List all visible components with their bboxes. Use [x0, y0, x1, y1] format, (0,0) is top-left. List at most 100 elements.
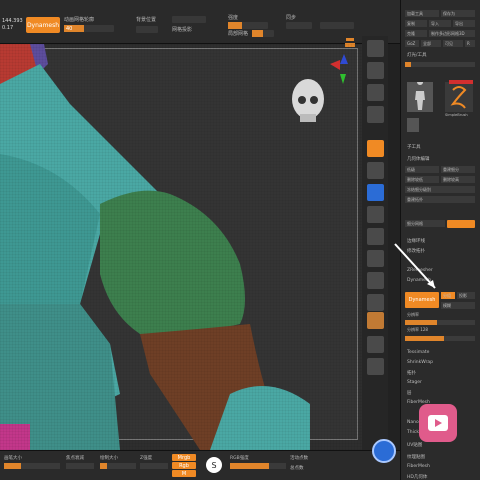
export-button[interactable]: 导出 — [453, 20, 475, 27]
resolution-slider[interactable] — [405, 320, 475, 325]
tool-button-2[interactable] — [367, 62, 384, 79]
draw-size-label: 绘制大小 — [100, 456, 118, 461]
stager-label[interactable]: Stager — [407, 380, 422, 385]
total-points-label: 总点数 — [290, 466, 304, 471]
zbrush-app: 144.393 0.17 Dynamesh 动画网格轮廓 40 背景位置 网格投… — [0, 0, 480, 480]
clone-button[interactable]: 克隆 — [405, 30, 427, 37]
tool-button-10[interactable] — [367, 250, 384, 267]
tool-button-4[interactable] — [367, 106, 384, 123]
top-button-3[interactable] — [172, 16, 206, 23]
brush-size-slider[interactable] — [4, 463, 60, 469]
project-button[interactable]: 模糊 — [441, 302, 475, 309]
top-value-2: 0.17 — [2, 25, 14, 31]
top-accent-mark — [346, 38, 354, 41]
copy-button[interactable]: 复制 — [405, 20, 427, 27]
tool-section-label: 灯光/工具 — [407, 53, 427, 58]
load-tool-button[interactable]: 加载工具 — [405, 10, 439, 17]
subtool-label[interactable]: 子工具 — [407, 144, 421, 150]
polish-button[interactable]: 投影 — [457, 292, 475, 299]
goz-button[interactable]: GoZ — [405, 40, 419, 47]
top-label-3: 网格投影 — [172, 27, 193, 33]
top-label-2: 背景位置 — [136, 17, 157, 23]
higher-res-button[interactable]: 重建细分 — [441, 166, 475, 173]
top-toolbar: 144.393 0.17 Dynamesh 动画网格轮廓 40 背景位置 网格投… — [0, 0, 400, 44]
blur-label: 分辨率 — [407, 312, 419, 317]
tool-button-3[interactable] — [367, 84, 384, 101]
freeze-subdiv-button[interactable]: 冻结细分级别 — [405, 186, 475, 193]
tool-slider[interactable] — [405, 62, 475, 67]
top-slider-3[interactable] — [252, 30, 274, 37]
delete-lower-button[interactable]: 删除较低 — [405, 176, 439, 183]
top-value-1: 144.393 — [2, 18, 23, 24]
rgb-intensity-slider[interactable] — [230, 463, 286, 469]
fibermesh-label[interactable]: FiberMesh — [407, 464, 430, 469]
top-slider-1-value: 40 — [66, 26, 73, 32]
tool-button-15[interactable] — [367, 358, 384, 375]
uvmap-label[interactable]: UV贴图 — [407, 442, 422, 448]
shrinkwrap-label[interactable]: ShrinkWrap — [407, 360, 433, 365]
layers-label[interactable]: 层 — [407, 390, 412, 396]
right-toolbar — [362, 36, 388, 450]
bottom-toolbar: 画笔大小 焦点衰减 绘制大小 Z强度 Mrgb Rgb M S RGB强度 活动… — [0, 439, 400, 480]
brush-size-label: 画笔大小 — [4, 456, 22, 461]
mrgb-button[interactable]: Mrgb — [172, 454, 196, 461]
tool-button-1[interactable] — [367, 40, 384, 57]
blue-circle-button[interactable] — [372, 439, 396, 463]
tool-button-active[interactable] — [367, 140, 384, 157]
z-intensity-slider[interactable] — [140, 463, 168, 469]
subdivide-button[interactable]: 细分网格 — [405, 220, 445, 227]
tool-button-11[interactable] — [367, 272, 384, 289]
all-button[interactable]: 全部 — [421, 40, 441, 47]
geometry-label[interactable]: 几何体编辑 — [407, 156, 430, 162]
active-points-label: 活动点数 — [290, 456, 308, 461]
lower-res-button[interactable]: 低级 — [405, 166, 439, 173]
import-button[interactable]: 导入 — [429, 20, 451, 27]
make-polymesh-button[interactable]: 制作多边形网格3D — [429, 30, 475, 37]
simplebrush-label: SimpleBrush — [445, 113, 468, 117]
delete-higher-button[interactable]: 删除较高 — [441, 176, 475, 183]
top-label-5: 局部网格 — [228, 31, 249, 37]
save-as-button[interactable]: 保存为 — [441, 10, 475, 17]
z-intensity-label: Z强度 — [140, 456, 153, 461]
video-play-icon[interactable] — [419, 404, 457, 442]
tool-button-13[interactable] — [367, 312, 384, 329]
blur-slider[interactable] — [405, 336, 475, 341]
m-button[interactable]: M — [172, 470, 196, 477]
focal-slider[interactable] — [66, 463, 94, 469]
viewport[interactable] — [0, 43, 362, 450]
tool-button-14[interactable] — [367, 336, 384, 353]
draw-size-slider[interactable] — [100, 463, 136, 469]
top-slider-4[interactable] — [286, 22, 312, 29]
simplebrush-thumbnail[interactable] — [445, 82, 473, 112]
pointer-arrow-icon — [394, 243, 436, 289]
tool-thumbnail-small[interactable] — [407, 118, 419, 132]
model-render — [0, 44, 362, 450]
top-left-readout: 144.393 0.17 — [2, 18, 23, 32]
top-button-2[interactable] — [136, 26, 158, 33]
focal-label: 焦点衰减 — [66, 456, 84, 461]
tool-button-6[interactable] — [367, 162, 384, 179]
tool-highlight-tag — [449, 80, 473, 84]
dynamesh-top-button[interactable]: Dynamesh — [26, 17, 60, 33]
reconstruct-button[interactable]: 重建拓扑 — [405, 196, 475, 203]
rgb-button[interactable]: Rgb — [172, 462, 196, 469]
visible-button[interactable]: 可见 — [443, 40, 463, 47]
tool-thumbnail-figure[interactable] — [407, 79, 433, 112]
top-label-6: 同步 — [286, 15, 297, 21]
symmetry-icon[interactable]: S — [206, 457, 222, 473]
tool-button-12[interactable] — [367, 294, 384, 311]
tool-button-9[interactable] — [367, 228, 384, 245]
top-label-1: 动画网格轮廓 — [64, 17, 95, 23]
topology-label[interactable]: 拓扑 — [407, 370, 416, 376]
r-button[interactable]: R — [465, 40, 475, 47]
top-slider-5[interactable] — [320, 22, 354, 29]
hd-geometry-label[interactable]: HD几何体 — [407, 474, 427, 480]
tool-button-8[interactable] — [367, 206, 384, 223]
tessimate-label[interactable]: Tessimate — [407, 350, 429, 355]
top-label-4: 强度 — [228, 15, 239, 21]
top-slider-2[interactable] — [228, 22, 268, 29]
texture-map-label[interactable]: 纹理贴图 — [407, 454, 425, 460]
resolution-label: 分辨率 128 — [407, 327, 428, 332]
tool-button-blue[interactable] — [367, 184, 384, 201]
smt-toggle[interactable] — [447, 220, 475, 228]
